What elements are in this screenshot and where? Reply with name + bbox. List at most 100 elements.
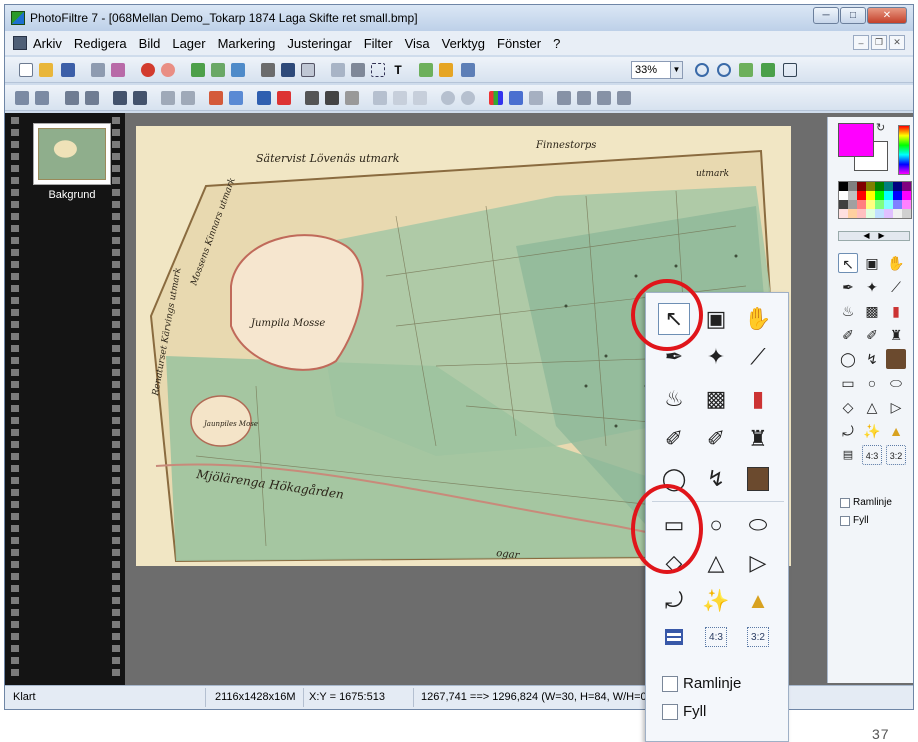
palette-swatch[interactable] <box>848 191 857 200</box>
rounded-rect-shape-large-icon[interactable]: ⬭ <box>742 509 774 541</box>
palette-swatch[interactable] <box>839 209 848 218</box>
palette-swatch[interactable] <box>884 191 893 200</box>
spray-large-icon[interactable]: ▩ <box>700 383 732 415</box>
display-icon[interactable] <box>461 63 475 77</box>
advanced-brush-icon[interactable]: ✐ <box>862 325 882 345</box>
load-shape-icon[interactable]: ▲ <box>886 421 906 441</box>
palette-swatch[interactable] <box>857 209 866 218</box>
auto-contrast-icon[interactable] <box>35 91 49 105</box>
line-tool-icon[interactable]: ⟋ <box>886 277 906 297</box>
smudge-large-icon[interactable]: ↯ <box>700 463 732 495</box>
spray-icon[interactable]: ▩ <box>862 301 882 321</box>
fill-checkbox-small[interactable]: Fyll <box>840 515 869 526</box>
ratio-43-button-small[interactable]: 4:3 <box>862 445 882 465</box>
close-button[interactable]: ✕ <box>867 7 907 24</box>
brightness-plus-icon[interactable] <box>85 91 99 105</box>
ratio-32-button-small[interactable]: 3:2 <box>886 445 906 465</box>
line-tool-large-icon[interactable]: ⟋ <box>742 341 774 373</box>
menu-visa[interactable]: Visa <box>405 36 430 51</box>
save-icon[interactable] <box>61 63 75 77</box>
zoom-select[interactable]: 33% ▼ <box>631 61 683 79</box>
chevron-down-icon[interactable]: ▼ <box>670 62 682 78</box>
menu-filter[interactable]: Filter <box>364 36 393 51</box>
color-spectrum[interactable] <box>898 125 910 175</box>
ellipse-shape-large-icon[interactable]: ○ <box>700 509 732 541</box>
triangle-shape-large-icon[interactable]: △ <box>700 547 732 579</box>
menu-help[interactable]: ? <box>553 36 560 51</box>
polygon-lasso-icon[interactable]: ✨ <box>862 421 882 441</box>
zoom-in-icon[interactable] <box>695 63 709 77</box>
fullscreen-icon[interactable] <box>783 63 797 77</box>
auto-color-icon[interactable] <box>439 63 453 77</box>
brush-large-icon[interactable]: ✐ <box>658 423 690 455</box>
palette-swatch[interactable] <box>875 191 884 200</box>
pointer-tool-icon[interactable]: ↖ <box>838 253 858 273</box>
menu-markering[interactable]: Markering <box>218 36 276 51</box>
crop-icon[interactable] <box>301 63 315 77</box>
saturation-minus-icon[interactable] <box>161 91 175 105</box>
hue-icon[interactable] <box>257 91 271 105</box>
eraser-icon[interactable]: ▮ <box>886 301 906 321</box>
palette-swatch[interactable] <box>866 191 875 200</box>
menu-verktyg[interactable]: Verktyg <box>442 36 485 51</box>
palette-swatch[interactable] <box>866 200 875 209</box>
doc-minimize-button[interactable]: – <box>853 35 869 50</box>
redo-icon[interactable] <box>161 63 175 77</box>
stamp-tool-icon[interactable]: ♜ <box>886 325 906 345</box>
selection-icon[interactable] <box>371 63 385 77</box>
palette-swatch[interactable] <box>866 182 875 191</box>
menu-bild[interactable]: Bild <box>139 36 161 51</box>
menu-redigera[interactable]: Redigera <box>74 36 127 51</box>
palette-swatch[interactable] <box>884 200 893 209</box>
magic-wand-large-icon[interactable]: ✦ <box>700 341 732 373</box>
fit-window-icon[interactable] <box>739 63 753 77</box>
image-size-icon[interactable] <box>261 63 275 77</box>
fill-checkbox[interactable]: Fyll <box>662 703 706 720</box>
arrow-shape-icon[interactable]: ▷ <box>886 397 906 417</box>
flip-horizontal-icon[interactable] <box>557 91 571 105</box>
plugin-icon[interactable] <box>419 63 433 77</box>
drop-plus-icon[interactable] <box>461 91 475 105</box>
advanced-brush-large-icon[interactable]: ✐ <box>700 423 732 455</box>
new-file-icon[interactable] <box>19 63 33 77</box>
palette-swatch[interactable] <box>848 182 857 191</box>
palette-swatch[interactable] <box>893 200 902 209</box>
sharpen-icon[interactable] <box>373 91 387 105</box>
palette-swatch[interactable] <box>857 182 866 191</box>
palette-swatch[interactable] <box>875 209 884 218</box>
document-icon[interactable] <box>13 36 27 50</box>
soften-icon[interactable] <box>413 91 427 105</box>
palette-swatch[interactable] <box>839 182 848 191</box>
palette-swatch[interactable] <box>902 191 911 200</box>
rounded-rect-shape-icon[interactable]: ⬭ <box>886 373 906 393</box>
palette-swatch[interactable] <box>857 200 866 209</box>
grayscale-icon[interactable] <box>305 91 319 105</box>
square-ratio-icon[interactable]: ▤ <box>838 445 858 465</box>
eraser-large-icon[interactable]: ▮ <box>742 383 774 415</box>
gamma-minus-icon[interactable] <box>209 91 223 105</box>
contrast-minus-icon[interactable] <box>113 91 127 105</box>
palette-swatch[interactable] <box>884 209 893 218</box>
swap-colors-icon[interactable]: ↻ <box>876 121 885 134</box>
palette-swatch[interactable] <box>839 200 848 209</box>
color-palette[interactable] <box>838 181 912 219</box>
triangle-shape-icon[interactable]: △ <box>862 397 882 417</box>
print-icon[interactable] <box>91 63 105 77</box>
rectangle-shape-icon[interactable]: ▭ <box>838 373 858 393</box>
outline-checkbox-small-box[interactable] <box>840 497 850 508</box>
palette-swatch[interactable] <box>902 200 911 209</box>
menu-justeringar[interactable]: Justeringar <box>287 36 351 51</box>
actual-size-icon[interactable] <box>761 63 775 77</box>
text-icon[interactable]: T <box>391 63 405 77</box>
palette-swatch[interactable] <box>893 182 902 191</box>
undo-icon[interactable] <box>141 63 155 77</box>
palette-swatch[interactable] <box>893 209 902 218</box>
rotate-right-icon[interactable] <box>617 91 631 105</box>
stamp-tool-large-icon[interactable]: ♜ <box>742 423 774 455</box>
lasso-icon[interactable]: ⤾ <box>838 421 858 441</box>
paste-icon[interactable] <box>211 63 225 77</box>
menu-lager[interactable]: Lager <box>172 36 205 51</box>
negative-icon[interactable] <box>345 91 359 105</box>
doc-close-button[interactable]: ✕ <box>889 35 905 50</box>
palette-swatch[interactable] <box>866 209 875 218</box>
